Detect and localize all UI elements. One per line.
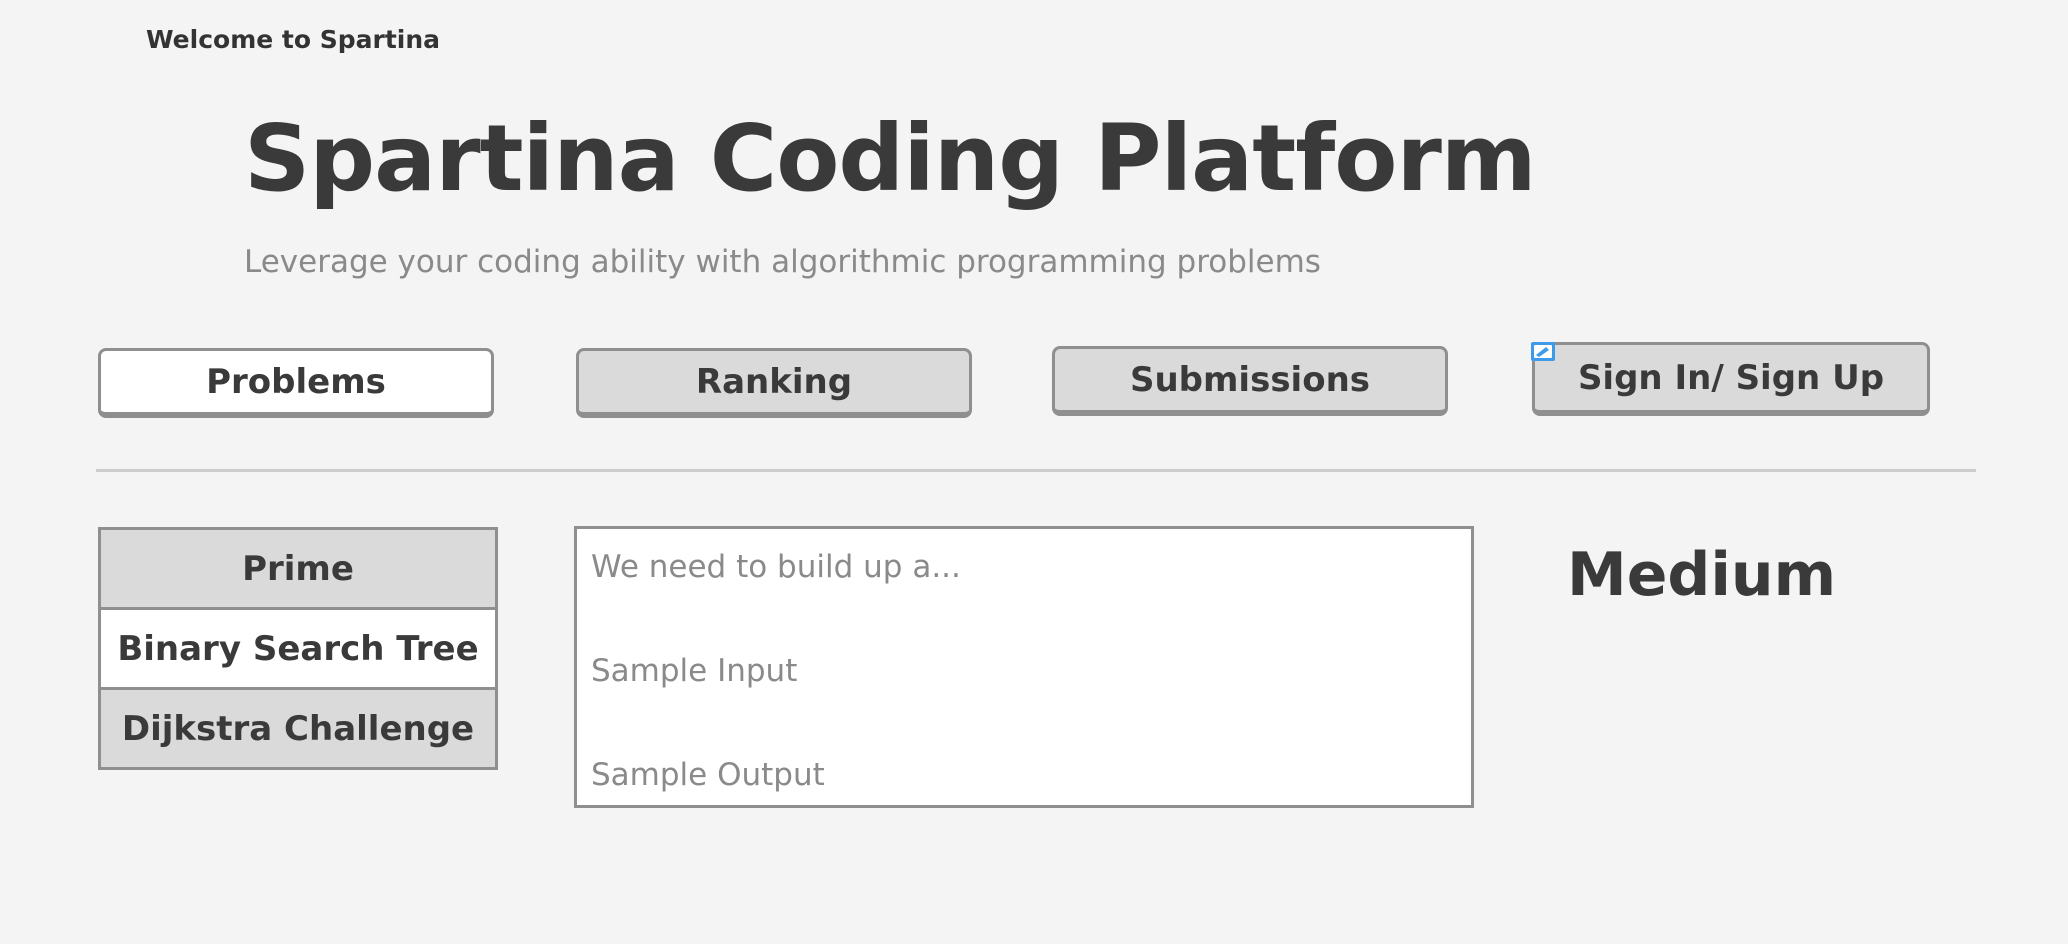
sample-output-label: Sample Output	[591, 757, 825, 793]
problem-item-label: Binary Search Tree	[117, 628, 479, 669]
problems-tab[interactable]: Problems	[98, 348, 494, 418]
submissions-tab[interactable]: Submissions	[1052, 346, 1448, 416]
signin-signup-button[interactable]: Sign In/ Sign Up	[1532, 342, 1930, 416]
problems-tab-label: Problems	[206, 361, 386, 402]
welcome-text: Welcome to Spartina	[146, 25, 441, 54]
nav-divider	[96, 469, 1976, 472]
submissions-tab-label: Submissions	[1129, 359, 1371, 400]
signin-signup-label: Sign In/ Sign Up	[1577, 357, 1885, 398]
problem-item-label: Dijkstra Challenge	[121, 708, 475, 749]
problem-item-dijkstra-challenge[interactable]: Dijkstra Challenge	[101, 690, 495, 767]
problem-item-label: Prime	[242, 548, 354, 589]
page-subtitle: Leverage your coding ability with algori…	[244, 244, 1321, 280]
problem-list: Prime Binary Search Tree Dijkstra Challe…	[98, 527, 498, 770]
problem-item-binary-search-tree[interactable]: Binary Search Tree	[101, 610, 495, 687]
page-title: Spartina Coding Platform	[244, 105, 1537, 212]
problem-description-text: We need to build up a...	[591, 549, 961, 585]
problem-item-prime[interactable]: Prime	[101, 530, 495, 607]
sample-input-label: Sample Input	[591, 653, 798, 689]
problem-description-panel: We need to build up a... Sample Input Sa…	[574, 526, 1474, 808]
ranking-tab[interactable]: Ranking	[576, 348, 972, 418]
ranking-tab-label: Ranking	[695, 361, 853, 402]
difficulty-label: Medium	[1567, 540, 1837, 610]
edit-icon[interactable]	[1530, 341, 1556, 362]
